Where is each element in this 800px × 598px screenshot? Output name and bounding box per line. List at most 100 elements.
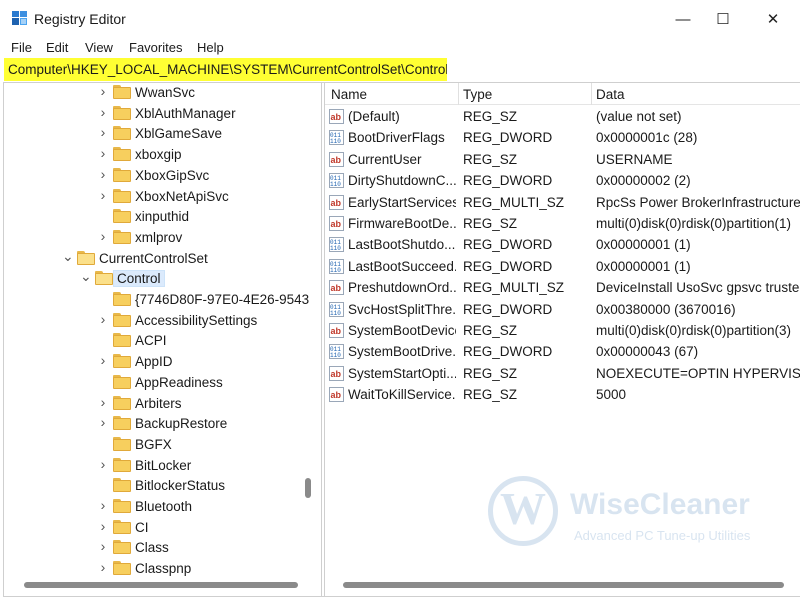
tree-item[interactable]: ⌄ CurrentControlSet bbox=[4, 248, 321, 269]
column-separator[interactable] bbox=[591, 83, 592, 105]
chevron-down-icon[interactable]: ⌄ bbox=[80, 268, 92, 285]
chevron-right-icon[interactable]: › bbox=[98, 124, 108, 140]
menu-file[interactable]: File bbox=[11, 40, 32, 55]
chevron-right-icon[interactable]: › bbox=[98, 187, 108, 203]
value-row[interactable]: 011 110 SvcHostSplitThre... REG_DWORD 0x0038… bbox=[325, 299, 800, 320]
menu-view[interactable]: View bbox=[85, 40, 113, 55]
folder-icon bbox=[113, 105, 131, 120]
value-row[interactable]: 011 110 LastBootShutdo... REG_DWORD 0x000000… bbox=[325, 234, 800, 255]
value-type: REG_DWORD bbox=[463, 258, 553, 274]
value-row[interactable]: 011 110 SystemBootDrive... REG_DWORD 0x00000… bbox=[325, 341, 800, 362]
column-header-type[interactable]: Type bbox=[463, 87, 492, 102]
menu-favorites[interactable]: Favorites bbox=[129, 40, 182, 55]
string-value-icon: ab bbox=[329, 280, 344, 296]
tree-item[interactable]: › WwanSvc bbox=[4, 83, 321, 103]
tree-item[interactable]: ACPI bbox=[4, 331, 321, 351]
chevron-right-icon[interactable]: › bbox=[98, 497, 108, 513]
value-row[interactable]: 011 110 BootDriverFlags REG_DWORD 0x0000001c… bbox=[325, 127, 800, 148]
tree-item[interactable]: › Arbiters bbox=[4, 394, 321, 414]
folder-icon bbox=[113, 457, 131, 472]
tree-item[interactable]: xinputhid bbox=[4, 207, 321, 227]
value-row[interactable]: ab EarlyStartServices REG_MULTI_SZ RpcSs Po… bbox=[325, 192, 800, 213]
tree-item[interactable]: › XboxGipSvc bbox=[4, 166, 321, 186]
menu-help[interactable]: Help bbox=[197, 40, 224, 55]
tree-item[interactable]: › BitLocker bbox=[4, 456, 321, 476]
value-row[interactable]: ab FirmwareBootDe... REG_SZ multi(0)disk(0)… bbox=[325, 213, 800, 234]
column-separator[interactable] bbox=[458, 83, 459, 105]
svg-text:ab: ab bbox=[331, 112, 342, 122]
tree-vertical-scrollbar-thumb[interactable] bbox=[305, 478, 311, 498]
window-title: Registry Editor bbox=[34, 11, 126, 27]
value-row[interactable]: ab WaitToKillService... REG_SZ 5000 bbox=[325, 384, 800, 405]
folder-icon bbox=[113, 519, 131, 534]
chevron-right-icon[interactable]: › bbox=[98, 518, 108, 534]
maximize-button[interactable]: ☐ bbox=[700, 0, 746, 38]
chevron-right-icon[interactable]: › bbox=[98, 352, 108, 368]
column-header-name[interactable]: Name bbox=[331, 87, 367, 102]
chevron-right-icon[interactable]: › bbox=[98, 456, 108, 472]
folder-icon bbox=[113, 85, 131, 99]
tree-item-label: WwanSvc bbox=[135, 85, 196, 100]
svg-text:ab: ab bbox=[331, 369, 342, 379]
close-button[interactable]: ✕ bbox=[750, 0, 796, 38]
chevron-right-icon[interactable]: › bbox=[98, 83, 108, 99]
string-value-icon: ab bbox=[329, 216, 344, 231]
list-header: Name Type Data bbox=[325, 83, 800, 105]
value-type: REG_DWORD bbox=[463, 237, 553, 253]
folder-icon bbox=[113, 499, 131, 513]
tree-item[interactable]: › XblGameSave bbox=[4, 124, 321, 144]
string-value-icon: ab bbox=[329, 365, 344, 381]
chevron-right-icon[interactable]: › bbox=[98, 311, 108, 327]
folder-open-icon bbox=[77, 250, 95, 265]
tree-item[interactable]: BitlockerStatus bbox=[4, 476, 321, 496]
chevron-right-icon[interactable]: › bbox=[98, 104, 108, 120]
tree-item[interactable]: AppReadiness bbox=[4, 373, 321, 393]
tree-item[interactable]: {7746D80F-97E0-4E26-9543 bbox=[4, 290, 321, 310]
tree-item[interactable]: › XboxNetApiSvc bbox=[4, 187, 321, 207]
chevron-right-icon[interactable]: › bbox=[98, 394, 108, 410]
value-name: DirtyShutdownC... bbox=[348, 173, 456, 189]
chevron-right-icon[interactable]: › bbox=[98, 414, 108, 430]
value-row[interactable]: 011 110 LastBootSucceed... REG_DWORD 0x00000… bbox=[325, 256, 800, 277]
list-horizontal-scrollbar-thumb[interactable] bbox=[343, 582, 784, 588]
value-row[interactable]: 011 110 DirtyShutdownC... REG_DWORD 0x000000… bbox=[325, 170, 800, 191]
string-value-icon: ab bbox=[329, 323, 344, 338]
chevron-right-icon[interactable]: › bbox=[98, 538, 108, 554]
value-row[interactable]: ab (Default) REG_SZ (value not set) bbox=[325, 106, 800, 127]
tree-item[interactable]: BGFX bbox=[4, 435, 321, 455]
tree-item[interactable]: › Classpnp bbox=[4, 559, 321, 577]
chevron-down-icon[interactable]: ⌄ bbox=[62, 248, 74, 265]
column-header-data[interactable]: Data bbox=[596, 87, 625, 102]
tree-item[interactable]: ⌄ Control bbox=[4, 268, 321, 289]
tree-item[interactable]: › xboxgip bbox=[4, 145, 321, 165]
tree-item[interactable]: › BackupRestore bbox=[4, 414, 321, 434]
address-bar[interactable]: Computer\HKEY_LOCAL_MACHINE\SYSTEM\Curre… bbox=[4, 58, 447, 81]
tree-item[interactable]: › Class bbox=[4, 538, 321, 558]
chevron-right-icon[interactable]: › bbox=[98, 145, 108, 161]
value-type: REG_DWORD bbox=[463, 173, 553, 189]
value-row[interactable]: ab SystemStartOpti... REG_SZ NOEXECUTE=OPT… bbox=[325, 363, 800, 384]
value-data: 0x00000001 (1) bbox=[596, 237, 691, 253]
tree-item[interactable]: › xmlprov bbox=[4, 228, 321, 248]
tree-item[interactable]: › XblAuthManager bbox=[4, 104, 321, 124]
value-data: multi(0)disk(0)rdisk(0)partition(3) bbox=[596, 323, 792, 338]
value-row[interactable]: ab SystemBootDevice REG_SZ multi(0)disk(0)r… bbox=[325, 320, 800, 341]
folder-icon bbox=[113, 540, 131, 555]
chevron-right-icon[interactable]: › bbox=[98, 166, 108, 182]
tree-horizontal-scrollbar-thumb[interactable] bbox=[24, 582, 298, 588]
tree-item[interactable]: › AppID bbox=[4, 352, 321, 372]
tree-item[interactable]: › CI bbox=[4, 518, 321, 538]
chevron-right-icon[interactable]: › bbox=[98, 228, 108, 244]
chevron-right-icon[interactable]: › bbox=[98, 559, 108, 575]
tree-item[interactable]: › AccessibilitySettings bbox=[4, 311, 321, 331]
value-row[interactable]: ab CurrentUser REG_SZ USERNAME bbox=[325, 149, 800, 170]
folder-icon bbox=[113, 209, 131, 224]
value-data: 0x00000001 (1) bbox=[596, 258, 691, 274]
value-row[interactable]: ab PreshutdownOrd... REG_MULTI_SZ DeviceIns… bbox=[325, 277, 800, 298]
value-data: 0x00000043 (67) bbox=[596, 344, 699, 360]
registry-tree[interactable]: › WwanSvc › XblAuthManager › XblGameSave › xbox… bbox=[4, 83, 321, 577]
tree-item-label: Class bbox=[135, 540, 169, 556]
menu-edit[interactable]: Edit bbox=[46, 40, 68, 55]
wisecleaner-watermark: W WiseCleaner Advanced PC Tune-up Utilit… bbox=[478, 470, 798, 560]
tree-item[interactable]: › Bluetooth bbox=[4, 497, 321, 517]
